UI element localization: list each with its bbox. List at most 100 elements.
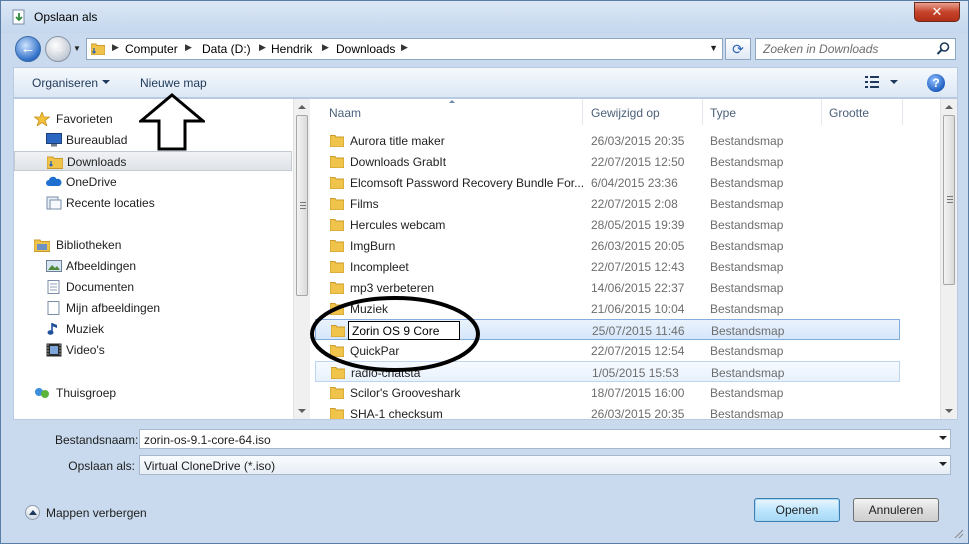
file-date: 6/04/2015 23:36 [591, 176, 678, 190]
chevron-down-icon[interactable]: ▼ [709, 43, 718, 53]
back-button[interactable]: ← [15, 36, 41, 62]
breadcrumb-separator-icon[interactable]: ▶ [112, 42, 119, 53]
folder-icon [330, 156, 344, 168]
file-row[interactable]: Incompleet 22/07/2015 12:43 Bestandsmap [315, 256, 900, 277]
breadcrumb-separator-icon[interactable]: ▶ [401, 42, 408, 53]
nav-scrollbar-thumb[interactable] [296, 115, 308, 296]
file-row-selected[interactable]: Zorin OS 9 Core 25/07/2015 11:46 Bestand… [315, 319, 900, 340]
filename-input[interactable]: zorin-os-9.1-core-64.iso [139, 429, 951, 449]
file-type: Bestandsmap [710, 281, 784, 295]
file-row[interactable]: QuickPar 22/07/2015 12:54 Bestandsmap [315, 340, 900, 361]
file-name: SHA-1 checksum [350, 407, 443, 420]
nav-item-label: Afbeeldingen [66, 259, 137, 273]
resize-grip-icon[interactable] [954, 529, 964, 539]
search-icon[interactable] [935, 41, 951, 57]
address-bar[interactable]: ▶ Computer ▶ Data (D:) ▶ Hendrik ▶ Downl… [86, 38, 723, 60]
file-date: 1/05/2015 15:53 [592, 366, 679, 380]
file-type: Bestandsmap [710, 386, 784, 400]
open-button[interactable]: Openen [754, 498, 840, 522]
view-options-icon[interactable] [865, 75, 881, 89]
file-list-scrollbar-thumb[interactable] [943, 115, 955, 285]
desktop-icon [46, 133, 62, 147]
column-header-size[interactable]: Grootte [812, 99, 902, 125]
file-row-hovered[interactable]: radio-chatsta 1/05/2015 15:53 Bestandsma… [315, 361, 900, 382]
breadcrumb-separator-icon[interactable]: ▶ [322, 42, 329, 53]
file-row[interactable]: Downloads GrabIt 22/07/2015 12:50 Bestan… [315, 151, 900, 172]
nav-favorites[interactable]: Favorieten [14, 109, 292, 129]
file-row[interactable]: Scilor's Grooveshark 18/07/2015 16:00 Be… [315, 382, 900, 403]
nav-libraries[interactable]: Bibliotheken [14, 235, 292, 255]
breadcrumb-user[interactable]: Hendrik [271, 42, 312, 56]
chevron-down-icon[interactable] [890, 80, 898, 84]
folder-icon [330, 387, 344, 399]
organize-menu[interactable]: Organiseren [32, 76, 98, 90]
file-type: Bestandsmap [710, 239, 784, 253]
recent-pages-dropdown[interactable]: ▼ [73, 44, 83, 54]
search-input[interactable]: Zoeken in Downloads [755, 38, 956, 60]
close-button[interactable]: ✕ [914, 2, 960, 22]
nav-item-label: Mijn afbeeldingen [66, 301, 161, 315]
file-name: Incompleet [350, 260, 409, 274]
sort-arrow-icon [449, 100, 455, 103]
file-type: Bestandsmap [710, 344, 784, 358]
file-type: Bestandsmap [711, 366, 785, 380]
rename-input[interactable]: Zorin OS 9 Core [348, 321, 460, 340]
file-row[interactable]: SHA-1 checksum 26/03/2015 20:35 Bestands… [315, 403, 900, 420]
chevron-down-icon[interactable] [102, 80, 110, 84]
new-folder-button[interactable]: Nieuwe map [140, 76, 207, 90]
chevron-down-icon[interactable] [939, 436, 947, 440]
nav-item-documents[interactable]: Documenten [14, 277, 292, 297]
scroll-down-icon[interactable] [298, 409, 306, 413]
folder-icon [330, 282, 344, 294]
breadcrumb-separator-icon[interactable]: ▶ [259, 42, 266, 53]
file-row[interactable]: mp3 verbeteren 14/06/2015 22:37 Bestands… [315, 277, 900, 298]
file-type: Bestandsmap [710, 260, 784, 274]
save-as-type-label: Opslaan als: [68, 459, 135, 473]
nav-item-onedrive[interactable]: OneDrive [14, 172, 292, 192]
file-list-scrollbar[interactable] [940, 99, 957, 419]
cancel-button[interactable]: Annuleren [853, 498, 939, 522]
help-button[interactable]: ? [927, 74, 945, 92]
grip-icon [947, 202, 953, 203]
save-as-type-value: Virtual CloneDrive (*.iso) [144, 459, 276, 473]
refresh-button[interactable]: ⟳ [725, 38, 751, 60]
nav-item-pictures[interactable]: Afbeeldingen [14, 256, 292, 276]
hide-folders-toggle[interactable]: Mappen verbergen [25, 504, 185, 522]
scroll-down-icon[interactable] [945, 409, 953, 413]
folder-icon [330, 198, 344, 210]
file-row[interactable]: Aurora title maker 26/03/2015 20:35 Best… [315, 130, 900, 151]
breadcrumb-drive[interactable]: Data (D:) [202, 42, 251, 56]
file-row[interactable]: Hercules webcam 28/05/2015 19:39 Bestand… [315, 214, 900, 235]
grip-icon [300, 202, 306, 203]
nav-item-recent-places[interactable]: Recente locaties [14, 193, 292, 213]
nav-item-videos[interactable]: Video's [14, 340, 292, 360]
title-bar[interactable]: Opslaan als ✕ [1, 1, 968, 33]
breadcrumb-separator-icon[interactable]: ▶ [185, 42, 192, 53]
scroll-up-icon[interactable] [945, 105, 953, 109]
file-row[interactable]: Muziek 21/06/2015 10:04 Bestandsmap [315, 298, 900, 319]
column-header-modified[interactable]: Gewijzigd op [574, 99, 702, 125]
nav-item-downloads[interactable]: Downloads [14, 151, 292, 171]
column-separator[interactable] [902, 99, 903, 125]
scroll-up-icon[interactable] [298, 105, 306, 109]
nav-item-label: Bureaublad [66, 133, 128, 147]
nav-item-music[interactable]: Muziek [14, 319, 292, 339]
column-header-name[interactable]: Naam [312, 99, 582, 125]
file-row[interactable]: Elcomsoft Password Recovery Bundle For..… [315, 172, 900, 193]
forward-button[interactable]: → [45, 36, 71, 62]
nav-item-my-pictures[interactable]: Mijn afbeeldingen [14, 298, 292, 318]
file-row[interactable]: ImgBurn 26/03/2015 20:05 Bestandsmap [315, 235, 900, 256]
nav-item-label: Muziek [66, 322, 105, 336]
file-row[interactable]: Films 22/07/2015 2:08 Bestandsmap [315, 193, 900, 214]
save-as-type-select[interactable]: Virtual CloneDrive (*.iso) [139, 455, 951, 475]
chevron-down-icon[interactable] [939, 462, 947, 466]
breadcrumb-computer[interactable]: Computer [125, 42, 178, 56]
refresh-icon: ⟳ [732, 41, 744, 57]
nav-item-desktop[interactable]: Bureaublad [14, 130, 292, 150]
column-header-type[interactable]: Type [693, 99, 813, 125]
column-header-label: Naam [329, 106, 362, 120]
file-type: Bestandsmap [710, 197, 784, 211]
nav-homegroup[interactable]: Thuisgroep [14, 383, 292, 403]
nav-scrollbar[interactable] [293, 99, 310, 419]
breadcrumb-downloads[interactable]: Downloads [336, 42, 395, 56]
